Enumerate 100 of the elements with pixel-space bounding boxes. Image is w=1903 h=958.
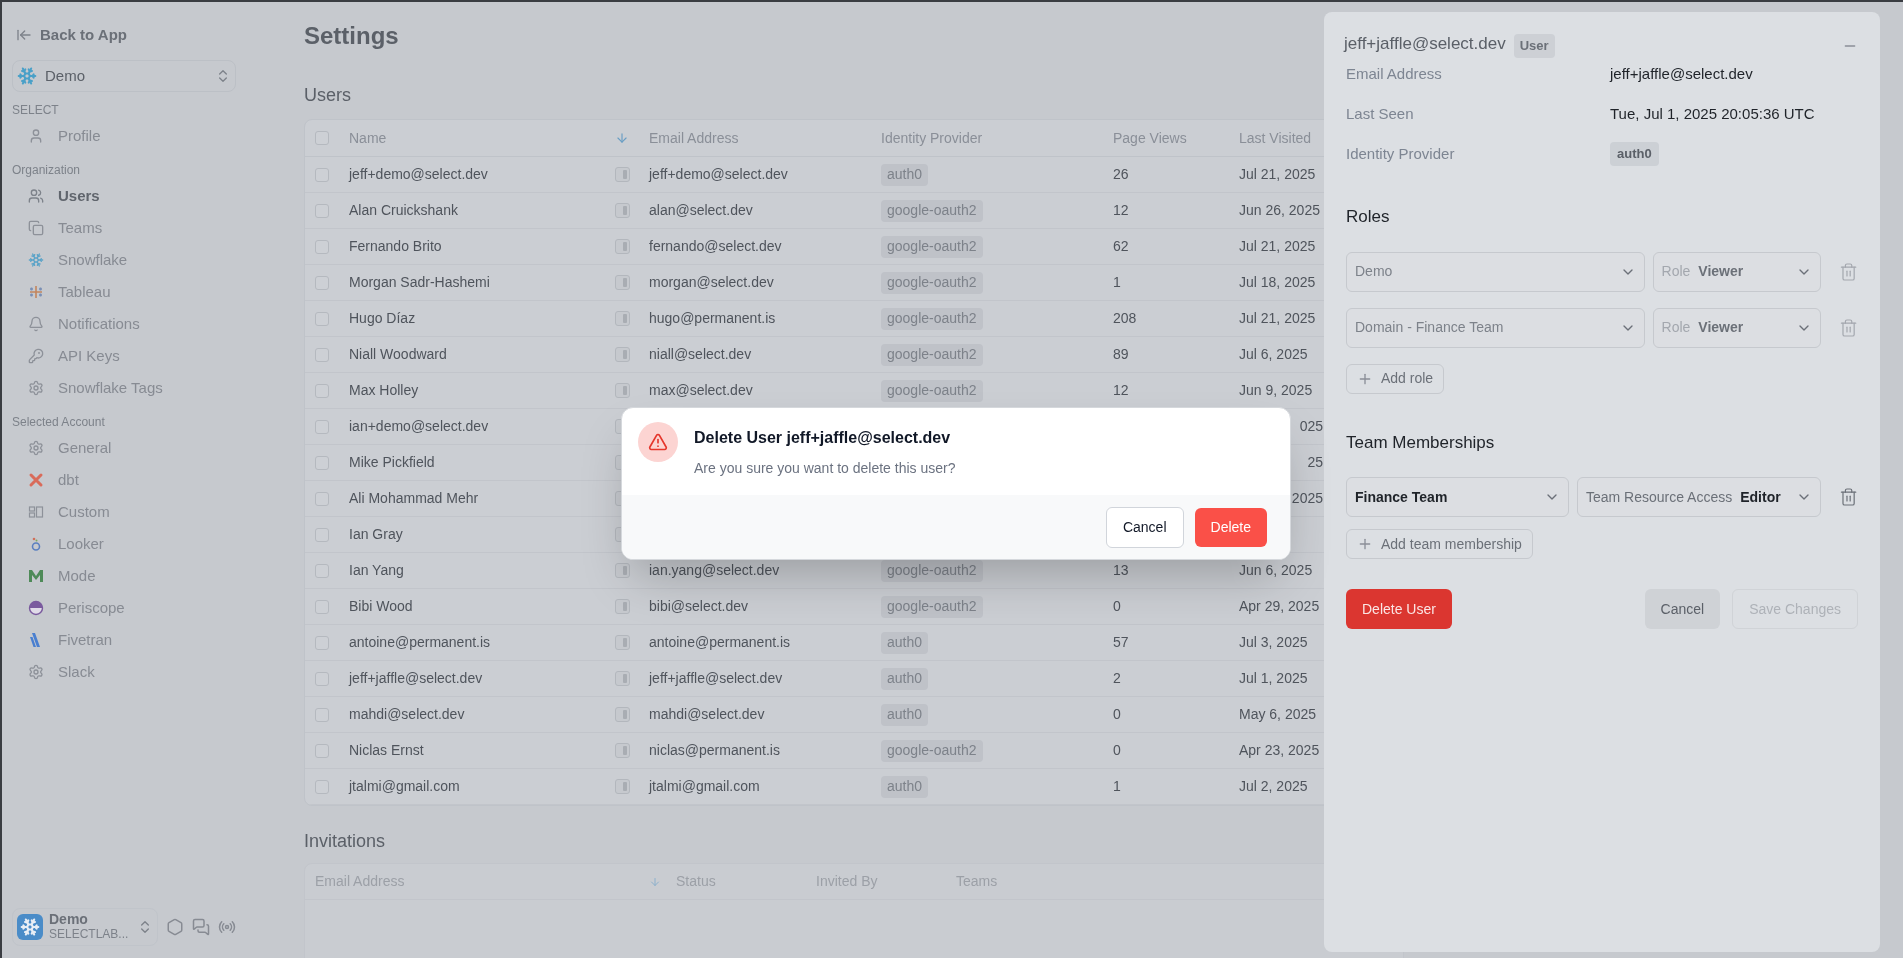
panel-toggle-icon[interactable] bbox=[615, 671, 630, 686]
table-cell-text: jeff+demo@select.dev bbox=[349, 165, 489, 184]
panel-toggle-icon[interactable] bbox=[615, 779, 630, 794]
account-switcher[interactable]: Demo SELECTLAB... bbox=[12, 908, 158, 946]
row-checkbox[interactable] bbox=[315, 671, 329, 686]
row-checkbox[interactable] bbox=[315, 635, 329, 650]
row-checkbox[interactable] bbox=[315, 599, 329, 614]
sidebar-item[interactable]: Periscope bbox=[12, 592, 236, 624]
table-cell-text: 208 bbox=[1113, 309, 1137, 328]
row-checkbox[interactable] bbox=[315, 743, 329, 758]
detail-label: Last Seen bbox=[1346, 103, 1415, 124]
sort-arrow-icon[interactable] bbox=[649, 875, 661, 888]
panel-toggle-icon[interactable] bbox=[615, 275, 630, 290]
table-cell-text: 0 bbox=[1113, 597, 1121, 616]
row-checkbox[interactable] bbox=[315, 203, 329, 218]
row-checkbox[interactable] bbox=[315, 419, 329, 434]
row-checkbox[interactable] bbox=[315, 455, 329, 470]
column-header[interactable]: Email Address bbox=[649, 127, 881, 149]
sidebar-item[interactable]: Notifications bbox=[12, 308, 236, 340]
row-checkbox[interactable] bbox=[315, 131, 329, 145]
team-select[interactable]: Finance Team bbox=[1346, 477, 1569, 517]
blocks-icon bbox=[28, 504, 44, 520]
scope-select[interactable]: Domain - Finance Team bbox=[1346, 307, 1645, 348]
row-checkbox[interactable] bbox=[315, 275, 329, 290]
dialog-title: Delete User jeff+jaffle@select.dev bbox=[694, 428, 952, 448]
row-checkbox[interactable] bbox=[315, 779, 329, 794]
panel-toggle-icon[interactable] bbox=[615, 203, 630, 218]
workspace-select[interactable]: Demo bbox=[12, 60, 236, 92]
table-cell-text: Fernando Brito bbox=[349, 237, 443, 256]
table-cell-text: Ali Mohammad Mehr bbox=[349, 489, 480, 508]
role-select[interactable]: Role Viewer bbox=[1652, 307, 1821, 348]
sidebar-item[interactable]: Profile bbox=[12, 120, 236, 152]
table-cell-text: jeff+demo@select.dev bbox=[649, 165, 788, 184]
chat-icon[interactable] bbox=[192, 918, 210, 936]
add-team-button[interactable]: Add team membership bbox=[1346, 529, 1533, 559]
row-checkbox[interactable] bbox=[315, 707, 329, 722]
broadcast-icon[interactable] bbox=[218, 918, 236, 936]
scope-select[interactable]: Demo bbox=[1346, 251, 1645, 292]
sidebar-item[interactable]: API Keys bbox=[12, 340, 236, 372]
row-checkbox[interactable] bbox=[315, 239, 329, 254]
back-link[interactable]: Back to App bbox=[12, 24, 236, 46]
panel-toggle-icon[interactable] bbox=[615, 383, 630, 398]
sidebar-item[interactable]: Snowflake Tags bbox=[12, 372, 236, 404]
row-checkbox[interactable] bbox=[315, 311, 329, 326]
table-cell-text: Jun 26, 2025 bbox=[1239, 201, 1320, 220]
sidebar-item[interactable]: Looker bbox=[12, 528, 236, 560]
sidebar-item[interactable]: Users bbox=[12, 180, 236, 212]
table-cell-text: Morgan Sadr-Hashemi bbox=[349, 273, 491, 292]
panel-toggle-icon[interactable] bbox=[615, 707, 630, 722]
panel-toggle-icon[interactable] bbox=[615, 599, 630, 614]
delete-icon[interactable] bbox=[1838, 317, 1858, 338]
table-cell-text: Apr 29, 2025 bbox=[1239, 597, 1320, 616]
table-cell-text: morgan@select.dev bbox=[649, 273, 774, 292]
access-select[interactable]: Team Resource Access Editor bbox=[1576, 477, 1821, 517]
sidebar-item[interactable]: Slack bbox=[12, 656, 236, 688]
role-select[interactable]: Role Viewer bbox=[1652, 251, 1821, 292]
panel-toggle-icon[interactable] bbox=[615, 347, 630, 362]
row-checkbox[interactable] bbox=[315, 491, 329, 506]
sidebar-item[interactable]: General bbox=[12, 432, 236, 464]
back-arrow-icon bbox=[16, 27, 32, 43]
section-title: Team Memberships bbox=[1346, 431, 1496, 454]
delete-icon[interactable] bbox=[1838, 261, 1858, 282]
sidebar-item[interactable]: Custom bbox=[12, 496, 236, 528]
column-header[interactable]: Name bbox=[349, 127, 615, 149]
panel-toggle-icon[interactable] bbox=[615, 743, 630, 758]
row-checkbox[interactable] bbox=[315, 383, 329, 398]
sidebar-item[interactable]: dbt bbox=[12, 464, 236, 496]
table-cell-text: May 6, 2025 bbox=[1239, 705, 1317, 724]
settings-icon[interactable] bbox=[166, 918, 184, 936]
panel-toggle-icon[interactable] bbox=[615, 563, 630, 578]
row-checkbox[interactable] bbox=[315, 563, 329, 578]
table-cell-text: ian+demo@select.dev bbox=[349, 417, 490, 436]
delete-icon[interactable] bbox=[1838, 487, 1858, 507]
delete-user-button[interactable]: Delete User bbox=[1346, 589, 1452, 629]
cross-logo-icon bbox=[28, 472, 44, 488]
column-header[interactable]: Page Views bbox=[1113, 127, 1239, 149]
table-cell-text: 2025 bbox=[1291, 489, 1323, 508]
sidebar-item[interactable]: Fivetran bbox=[12, 624, 236, 656]
column-header[interactable]: Last Visited bbox=[1239, 127, 1323, 149]
table-cell-text: hugo@permanent.is bbox=[649, 309, 776, 328]
delete-button[interactable]: Delete bbox=[1194, 507, 1267, 547]
provider-tag: auth0 bbox=[881, 667, 929, 690]
panel-toggle-icon[interactable] bbox=[615, 635, 630, 650]
add-role-button[interactable]: Add role bbox=[1346, 363, 1445, 394]
provider-tag: auth0 bbox=[1610, 142, 1659, 166]
sidebar-item[interactable]: Tableau bbox=[12, 276, 236, 308]
column-header[interactable]: Identity Provider bbox=[881, 127, 1113, 149]
panel-toggle-icon[interactable] bbox=[615, 167, 630, 182]
snowflake-icon bbox=[28, 252, 44, 268]
panel-toggle-icon[interactable] bbox=[615, 311, 630, 326]
table-cell-text: bibi@select.dev bbox=[649, 597, 749, 616]
row-checkbox[interactable] bbox=[315, 527, 329, 542]
row-checkbox[interactable] bbox=[315, 347, 329, 362]
panel-toggle-icon[interactable] bbox=[615, 239, 630, 254]
sidebar-item[interactable]: Mode bbox=[12, 560, 236, 592]
sidebar-item[interactable]: Teams bbox=[12, 212, 236, 244]
cancel-button[interactable]: Cancel bbox=[1644, 589, 1721, 629]
sidebar-item[interactable]: Snowflake bbox=[12, 244, 236, 276]
row-checkbox[interactable] bbox=[315, 167, 329, 182]
cancel-button[interactable]: Cancel bbox=[1105, 506, 1184, 548]
